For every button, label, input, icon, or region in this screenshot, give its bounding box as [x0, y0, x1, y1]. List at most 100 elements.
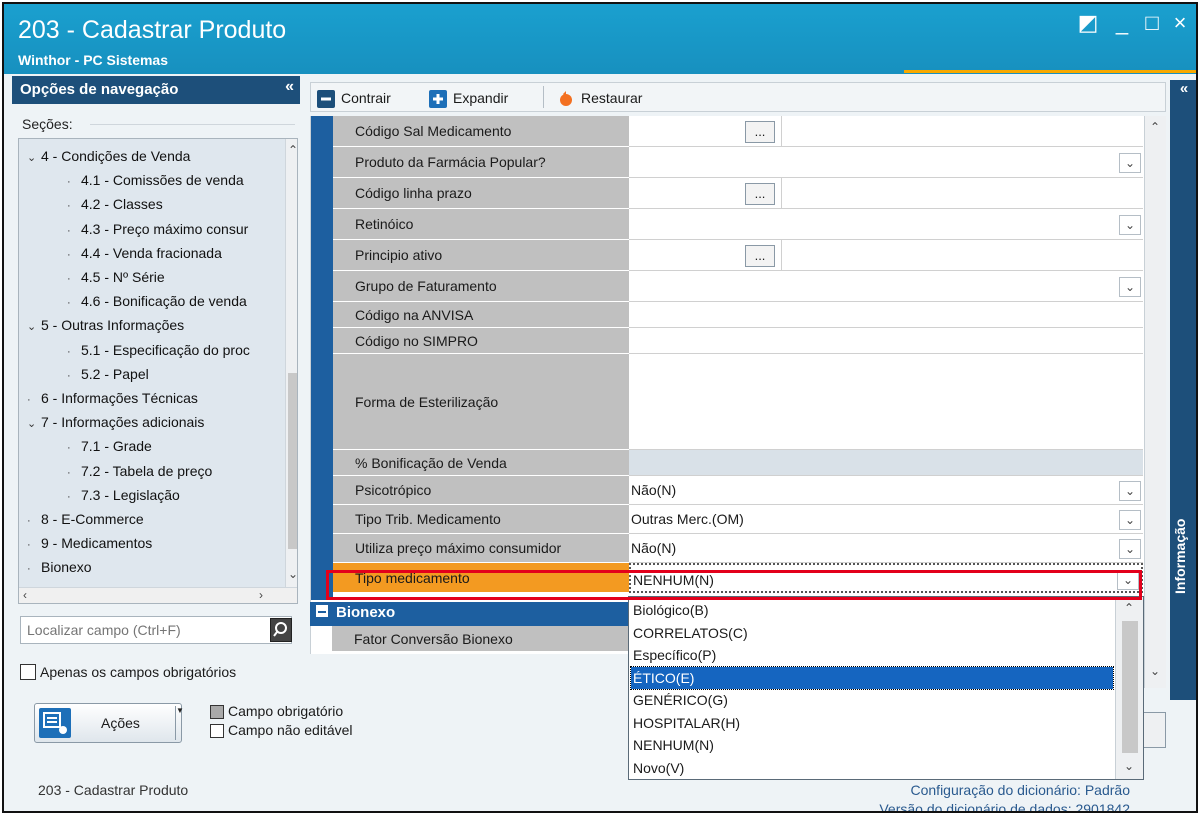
tree-item[interactable]: · 4.2 - Classes — [67, 193, 163, 215]
tree-item-label: 4 - Condições de Venda — [41, 148, 191, 164]
actions-dropdown-icon[interactable]: ▼ — [175, 706, 184, 740]
row-input[interactable]: ... — [629, 178, 1143, 209]
section-collapse-icon[interactable] — [316, 605, 328, 617]
chevron-down-icon[interactable]: ⌄ — [1119, 480, 1141, 501]
dropdown-option[interactable]: NENHUM(N) — [631, 734, 1113, 756]
tree-item-label: 8 - E-Commerce — [41, 511, 144, 527]
dropdown-scroll-up-icon[interactable]: ⌃ — [1124, 601, 1134, 615]
chevron-down-icon[interactable]: ⌄ — [1119, 509, 1141, 530]
dropdown-option[interactable]: CORRELATOS(C) — [631, 622, 1113, 644]
title-bar[interactable]: 203 - Cadastrar Produto Winthor - PC Sis… — [4, 4, 1196, 74]
tree-scroll-thumb[interactable] — [288, 373, 297, 549]
tree-item[interactable]: ⌄ 7 - Informações adicionais — [27, 411, 204, 433]
row-memo-field[interactable] — [629, 354, 1143, 450]
expand-chevron-icon[interactable]: ⌄ — [27, 316, 41, 338]
tree-item[interactable]: · 7.1 - Grade — [67, 435, 152, 457]
dropdown-option[interactable]: HOSPITALAR(H) — [631, 712, 1113, 734]
minimize-button[interactable]: _ — [1108, 12, 1136, 34]
chevron-down-icon[interactable]: ⌄ — [1119, 538, 1141, 559]
expand-chevron-icon[interactable]: ⌄ — [27, 147, 41, 169]
row-label: Utiliza preço máximo consumidor — [333, 534, 629, 563]
required-legend-label: Campo obrigatório — [228, 703, 344, 719]
chevron-down-icon[interactable]: ⌄ — [1119, 276, 1141, 297]
row-select[interactable]: ⌄ — [629, 147, 1143, 178]
tree-item[interactable]: · 5.1 - Especificação do proc — [67, 339, 250, 361]
dropdown-option[interactable]: Biológico(B) — [631, 599, 1113, 621]
readonly-legend-label: Campo não editável — [228, 722, 353, 738]
row-value-text: Não(N) — [631, 482, 677, 498]
restore-icon — [557, 90, 575, 108]
dropdown-scroll-down-icon[interactable]: ⌄ — [1124, 759, 1134, 773]
row-select[interactable]: Outras Merc.(OM) ⌄ — [629, 505, 1143, 534]
tree-vertical-scrollbar[interactable]: ⌃ ⌄ — [285, 139, 297, 587]
lookup-ellipsis-button[interactable]: ... — [745, 182, 775, 205]
search-icon[interactable] — [270, 618, 292, 642]
field-search-input[interactable] — [20, 616, 292, 644]
dropdown-option[interactable]: Novo(V) — [631, 757, 1113, 779]
restore-window-icon[interactable]: ◩ — [1074, 12, 1102, 34]
tipo-medicamento-dropdown-list[interactable]: Biológico(B) CORRELATOS(C) Específico(P) ÉT… — [628, 596, 1144, 780]
tree-item[interactable]: · Bionexo — [27, 556, 92, 578]
dropdown-scrollbar[interactable]: ⌃ ⌄ — [1115, 597, 1143, 779]
info-side-panel[interactable] — [1170, 100, 1196, 700]
row-input[interactable]: ... — [629, 240, 1143, 271]
tree-item[interactable]: · 9 - Medicamentos — [27, 532, 152, 554]
row-select[interactable]: Não(N) ⌄ — [629, 534, 1143, 563]
row-label: Psicotrópico — [333, 476, 629, 505]
scroll-left-icon[interactable]: ‹ — [23, 588, 27, 602]
cell-divider — [781, 240, 782, 271]
tree-item[interactable]: · 4.3 - Preço máximo consur — [67, 218, 248, 240]
bionexo-row-label: Fator Conversão Bionexo — [332, 626, 628, 652]
tree-item[interactable]: · 8 - E-Commerce — [27, 508, 144, 530]
grid-gutter — [311, 116, 333, 600]
tree-item[interactable]: · 4.4 - Venda fracionada — [67, 242, 222, 264]
chevron-down-icon[interactable]: ⌄ — [1119, 152, 1141, 173]
tree-item[interactable]: ⌄ 5 - Outras Informações — [27, 314, 184, 336]
tree-horizontal-scrollbar[interactable]: ‹ › — [19, 587, 297, 603]
grid-scroll-down-icon[interactable]: ⌄ — [1150, 664, 1160, 678]
tree-connector-icon: · — [67, 176, 71, 189]
tree-item[interactable]: · 4.5 - Nº Série — [67, 266, 165, 288]
tree-item[interactable]: · 6 - Informações Técnicas — [27, 387, 198, 409]
lookup-ellipsis-button[interactable]: ... — [745, 244, 775, 267]
scroll-up-icon[interactable]: ⌃ — [288, 143, 297, 157]
dropdown-option[interactable]: Específico(P) — [631, 644, 1113, 666]
close-button[interactable]: × — [1166, 12, 1194, 34]
tree-item[interactable]: · 7.3 - Legislação — [67, 484, 180, 506]
nav-panel-header: Opções de navegação « — [12, 76, 300, 104]
cell-divider — [781, 178, 782, 209]
required-only-checkbox[interactable] — [20, 664, 36, 680]
dropdown-option[interactable]: GENÉRICO(G) — [631, 689, 1113, 711]
row-select[interactable]: Não(N) ⌄ — [629, 476, 1143, 505]
info-panel-label: Informação — [1172, 518, 1188, 594]
actions-button[interactable]: Ações ▼ — [34, 703, 184, 743]
row-select[interactable]: ⌄ — [629, 209, 1143, 240]
tree-item[interactable]: ⌄ 4 - Condições de Venda — [27, 145, 190, 167]
maximize-button[interactable]: □ — [1138, 12, 1166, 34]
scroll-down-icon[interactable]: ⌄ — [288, 567, 297, 581]
row-input[interactable] — [629, 302, 1143, 328]
row-select[interactable]: ⌄ — [629, 271, 1143, 302]
row-input[interactable]: ... — [629, 116, 1143, 147]
tree-item-label: 4.4 - Venda fracionada — [81, 244, 222, 261]
nav-collapse-button[interactable]: « — [285, 78, 294, 96]
chevron-down-icon[interactable]: ⌄ — [1119, 214, 1141, 235]
readonly-legend-swatch — [210, 724, 224, 738]
grid-vertical-scrollbar[interactable]: ⌃ ⌄ — [1144, 116, 1166, 688]
expand-chevron-icon[interactable]: ⌄ — [27, 413, 41, 435]
tree-item-label: 5 - Outras Informações — [41, 317, 185, 334]
grid-scroll-up-icon[interactable]: ⌃ — [1150, 120, 1160, 134]
expand-icon — [429, 90, 447, 108]
tree-item[interactable]: · 7.2 - Tabela de preço — [67, 460, 212, 482]
lookup-ellipsis-button[interactable]: ... — [745, 120, 775, 143]
dropdown-option[interactable]: ÉTICO(E) — [630, 665, 1114, 690]
row-input[interactable] — [629, 328, 1143, 354]
tree-connector-icon: · — [67, 466, 71, 479]
info-collapse-button[interactable]: « — [1170, 80, 1196, 100]
tree-item[interactable]: · 4.1 - Comissões de venda — [67, 169, 244, 191]
tree-item[interactable]: · 5.2 - Papel — [67, 363, 149, 385]
scroll-right-icon[interactable]: › — [259, 588, 263, 602]
dropdown-scroll-thumb[interactable] — [1122, 621, 1138, 753]
tree-item[interactable]: · 4.6 - Bonificação de venda — [67, 290, 247, 312]
tree-item-label: 7.3 - Legislação — [81, 486, 180, 503]
